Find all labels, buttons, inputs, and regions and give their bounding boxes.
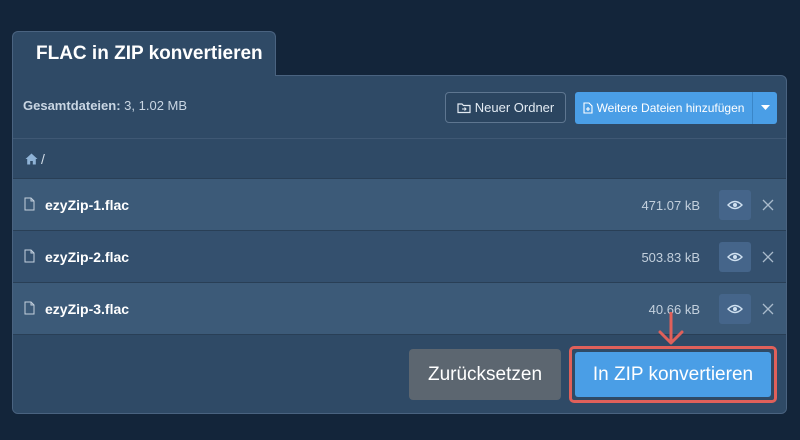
panel-header: Gesamtdateien: 3, 1.02 MB Neuer Ordner W… <box>13 76 786 138</box>
close-icon <box>762 199 774 211</box>
convert-label: In ZIP konvertieren <box>592 363 754 385</box>
convert-button[interactable]: In ZIP konvertieren <box>575 352 771 397</box>
arrow-down-icon <box>658 312 684 345</box>
file-panel: Gesamtdateien: 3, 1.02 MB Neuer Ordner W… <box>12 75 787 414</box>
convert-highlight: In ZIP konvertieren <box>569 346 777 403</box>
close-icon <box>762 303 774 315</box>
file-size: 471.07 kB <box>641 198 700 213</box>
close-icon <box>762 251 774 263</box>
eye-icon <box>727 200 743 210</box>
file-size: 503.83 kB <box>641 250 700 265</box>
panel-footer: Zurücksetzen In ZIP konvertieren <box>13 334 786 413</box>
eye-icon <box>727 252 743 262</box>
reset-label: Zurücksetzen <box>427 363 543 385</box>
remove-file-button[interactable] <box>761 250 775 264</box>
file-add-icon <box>583 102 593 114</box>
caret-down-icon <box>760 105 770 110</box>
remove-file-button[interactable] <box>761 198 775 212</box>
home-icon[interactable] <box>25 153 38 165</box>
breadcrumb: / <box>13 138 786 178</box>
file-name: ezyZip-2.flac <box>45 249 130 265</box>
new-folder-button[interactable]: Neuer Ordner <box>445 92 566 123</box>
add-files-label: Weitere Dateien hinzufügen <box>596 101 745 115</box>
total-value: 3, 1.02 MB <box>124 98 188 113</box>
folder-sync-icon <box>457 102 471 113</box>
total-label: Gesamtdateien: <box>23 98 121 113</box>
preview-button[interactable] <box>719 190 751 220</box>
new-folder-label: Neuer Ordner <box>474 100 555 115</box>
eye-icon <box>727 304 743 314</box>
add-files-main[interactable]: Weitere Dateien hinzufügen <box>575 92 752 124</box>
preview-button[interactable] <box>719 294 751 324</box>
reset-button[interactable]: Zurücksetzen <box>409 349 561 400</box>
file-icon <box>24 301 35 315</box>
file-row: ezyZip-2.flac 503.83 kB <box>13 230 786 282</box>
tool-title: FLAC in ZIP konvertieren <box>36 43 263 64</box>
file-row: ezyZip-1.flac 471.07 kB <box>13 178 786 230</box>
add-files-button[interactable]: Weitere Dateien hinzufügen <box>575 92 777 124</box>
file-name: ezyZip-3.flac <box>45 301 130 317</box>
remove-file-button[interactable] <box>761 302 775 316</box>
file-name: ezyZip-1.flac <box>45 197 130 213</box>
preview-button[interactable] <box>719 242 751 272</box>
file-icon <box>24 249 35 263</box>
tool-tab: FLAC in ZIP konvertieren <box>12 31 276 76</box>
add-files-dropdown[interactable] <box>753 92 777 124</box>
file-icon <box>24 197 35 211</box>
total-files: Gesamtdateien: 3, 1.02 MB <box>23 98 187 113</box>
breadcrumb-path: / <box>41 150 45 167</box>
